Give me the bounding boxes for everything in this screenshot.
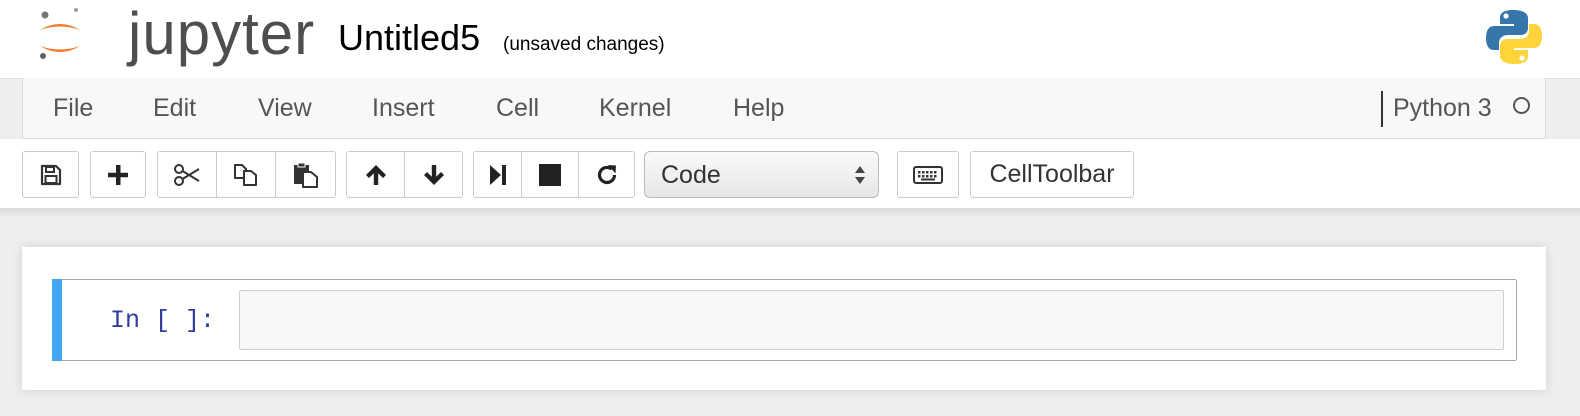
kernel-idle-icon [1513,97,1530,114]
menu-help[interactable]: Help [733,93,784,123]
run-button[interactable] [473,151,522,198]
scissors-icon [174,163,200,186]
jupyter-wordmark: jupyter [128,0,316,67]
restart-button[interactable] [579,151,635,198]
paste-icon [293,162,318,188]
cut-button[interactable] [157,151,217,198]
keyboard-icon [913,165,943,184]
run-group [473,151,635,198]
header: jupyter Untitled5 (unsaved changes) [0,0,1580,79]
clipboard-group [157,151,336,198]
copy-button[interactable] [217,151,276,198]
arrow-down-icon [423,164,444,185]
move-down-button[interactable] [405,151,463,198]
celltoolbar-button[interactable]: CellToolbar [970,151,1134,198]
jupyter-logo[interactable]: jupyter [36,2,314,70]
cell-selection-indicator [52,279,62,361]
notebook-name[interactable]: Untitled5 [338,18,480,58]
cell-type-select[interactable]: Code [644,151,879,198]
input-prompt: In [ ]: [110,306,216,335]
arrow-up-icon [365,164,386,185]
select-arrows-icon [855,166,865,184]
kernel-divider [1381,91,1383,127]
keyboard-group [897,151,959,198]
insert-cell-button[interactable] [90,151,146,198]
python-logo-icon [1486,10,1542,64]
move-up-button[interactable] [346,151,405,198]
save-button[interactable] [22,151,79,198]
menu-file[interactable]: File [53,93,93,123]
refresh-icon [597,164,616,184]
save-icon [40,164,61,185]
stop-icon [539,163,561,186]
menubar: File Edit View Insert Cell Kernel Help P… [22,78,1546,139]
menu-edit[interactable]: Edit [153,93,196,123]
interrupt-button[interactable] [522,151,579,198]
copy-icon [234,163,257,186]
save-group [22,151,79,198]
step-forward-icon [489,164,506,185]
menu-view[interactable]: View [258,93,312,123]
kernel-name: Python 3 [1393,94,1492,122]
menu-kernel[interactable]: Kernel [599,93,671,123]
jupyter-logo-icon [40,8,80,59]
save-status: (unsaved changes) [503,34,665,55]
menu-cell[interactable]: Cell [496,93,539,123]
menu-insert[interactable]: Insert [372,93,435,123]
move-group [346,151,463,198]
plus-icon [108,164,128,185]
command-palette-button[interactable] [897,151,959,198]
code-input[interactable] [239,290,1504,350]
cell-type-value: Code [661,161,721,189]
toolbar-shadow [0,208,1580,218]
paste-button[interactable] [276,151,336,198]
insert-group [90,151,146,198]
